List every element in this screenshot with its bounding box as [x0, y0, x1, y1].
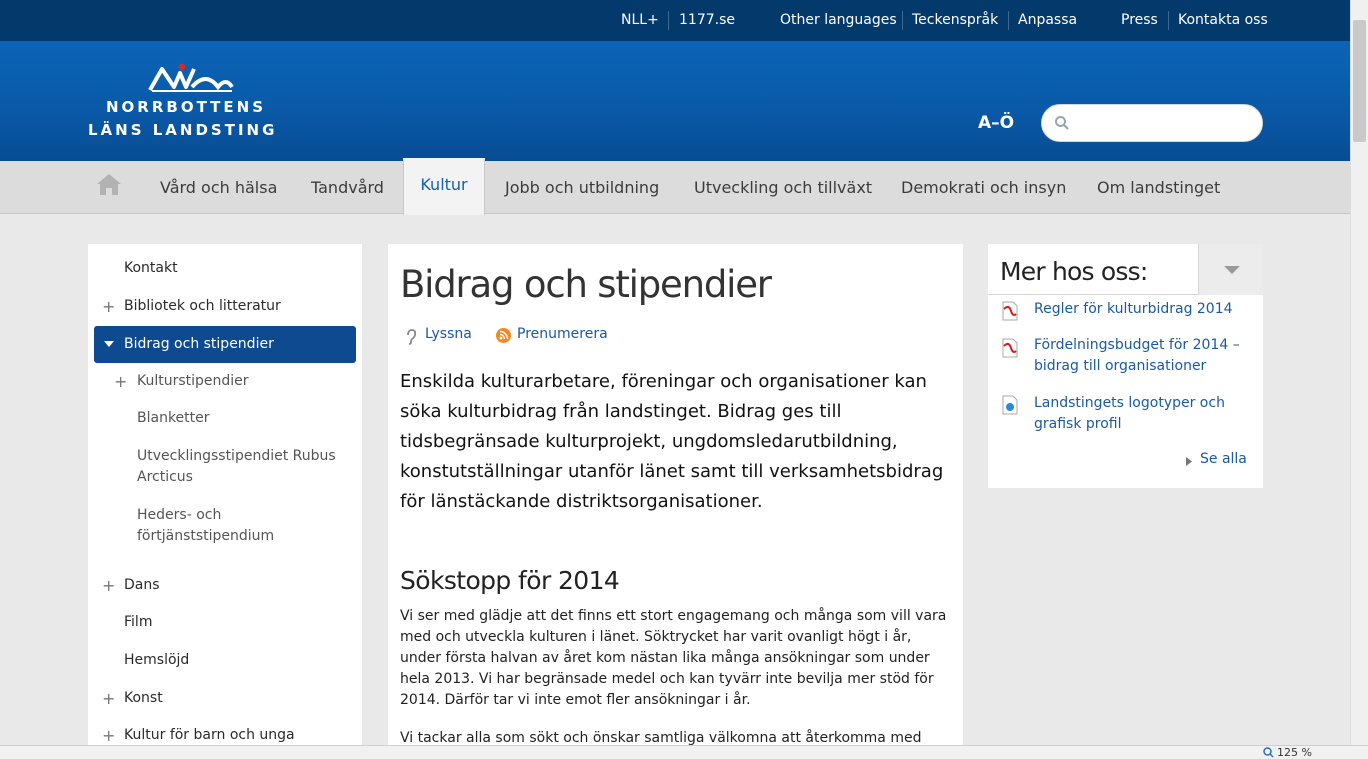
leftnav-item-kontakt[interactable]: Kontakt	[124, 258, 178, 279]
expand-plus-icon[interactable]: +	[102, 725, 115, 746]
search-icon	[1055, 116, 1069, 130]
site-header: NORRBOTTENS LÄNS LANDSTING A–Ö	[0, 41, 1350, 161]
see-all-link[interactable]: Se alla	[1200, 451, 1247, 467]
topbar-divider	[668, 11, 669, 30]
divider	[988, 294, 1198, 295]
main-navigation: Vård och hälsa Tandvård Kultur Jobb och …	[0, 158, 1350, 215]
leftnav-item-hemslojd[interactable]: Hemslöjd	[124, 650, 189, 671]
pdf-icon	[1002, 301, 1018, 321]
nav-item-vard-och-halsa[interactable]: Vård och hälsa	[160, 161, 277, 214]
subscribe-link[interactable]: Prenumerera	[517, 326, 608, 342]
leftnav-item-label: Bidrag och stipendier	[124, 336, 274, 352]
image-file-icon	[1002, 395, 1018, 415]
body-paragraph: Vi ser med glädje att det finns ett stor…	[400, 608, 947, 708]
lead-paragraph: Enskilda kulturarbetare, föreningar och …	[400, 371, 944, 512]
nav-item-kultur[interactable]: Kultur	[403, 158, 485, 215]
topbar-link-kontakta-oss[interactable]: Kontakta oss	[1178, 11, 1268, 29]
topbar-link-other-languages[interactable]: Other languages	[780, 11, 897, 29]
document-link[interactable]: Fördelningsbudget för 2014 –bidrag till …	[1034, 335, 1249, 377]
document-link[interactable]: Landstingets logotyper och grafisk profi…	[1034, 393, 1249, 435]
expand-plus-icon[interactable]: +	[102, 688, 115, 709]
topbar-divider	[1008, 11, 1009, 30]
arrow-right-icon	[1186, 457, 1192, 466]
leftnav-subitem-rubus-arcticus[interactable]: Utvecklingsstipendiet Rubus Arcticus	[137, 446, 352, 488]
listen-link[interactable]: Lyssna	[425, 326, 472, 342]
leftnav-item-dans[interactable]: Dans	[124, 575, 160, 596]
leftnav-subitem-heders-stipendium[interactable]: Heders- och förtjänststipendium	[137, 505, 327, 547]
related-header: Mer hos oss:	[988, 244, 1263, 295]
nav-item-jobb-och-utbildning[interactable]: Jobb och utbildning	[505, 161, 659, 214]
leftnav-subitem-blanketter[interactable]: Blanketter	[137, 408, 210, 429]
chevron-down-icon	[1224, 266, 1240, 274]
topbar-divider	[1168, 11, 1169, 30]
main-content: Bidrag och stipendier Lyssna Prenumerera…	[388, 244, 963, 759]
zoom-level[interactable]: 125 %	[1277, 746, 1312, 759]
collapse-triangle-icon	[104, 341, 114, 347]
topbar-link-nll-plus[interactable]: NLL+	[621, 11, 659, 29]
topbar-link-1177[interactable]: 1177.se	[679, 11, 735, 29]
pdf-icon	[1002, 338, 1018, 358]
zoom-icon[interactable]	[1263, 747, 1274, 758]
nav-item-utveckling-och-tillvaxt[interactable]: Utveckling och tillväxt	[694, 161, 872, 214]
scrollbar-thumb[interactable]	[1353, 20, 1366, 142]
topbar-link-press[interactable]: Press	[1121, 11, 1158, 29]
nav-item-tandvard[interactable]: Tandvård	[311, 161, 384, 214]
page-title: Bidrag och stipendier	[400, 263, 772, 306]
leftnav-item-film[interactable]: Film	[124, 612, 152, 633]
section-heading: Sökstopp för 2014	[400, 566, 620, 595]
topbar-divider	[902, 11, 903, 30]
expand-plus-icon[interactable]: +	[102, 575, 115, 596]
expand-plus-icon[interactable]: +	[102, 296, 115, 317]
related-title: Mer hos oss:	[1000, 257, 1148, 286]
listen-ear-icon[interactable]	[405, 329, 417, 345]
section-navigation: Kontakt + Bibliotek och litteratur Bidra…	[88, 244, 362, 759]
topbar-link-teckensprak[interactable]: Teckenspråk	[912, 11, 998, 29]
related-box: Mer hos oss: Regler för kulturbidrag 201…	[988, 244, 1263, 488]
leftnav-item-konst[interactable]: Konst	[124, 688, 163, 709]
site-logo[interactable]: NORRBOTTENS LÄNS LANDSTING	[88, 61, 298, 141]
leftnav-item-bidrag-active[interactable]: Bidrag och stipendier	[94, 326, 356, 363]
a-o-index-link[interactable]: A–Ö	[978, 113, 1014, 133]
rss-icon[interactable]	[496, 328, 511, 343]
nav-item-om-landstinget[interactable]: Om landstinget	[1097, 161, 1220, 214]
expand-plus-icon[interactable]: +	[114, 371, 127, 392]
related-toggle[interactable]	[1198, 244, 1263, 295]
home-icon[interactable]	[94, 171, 124, 197]
logo-text-line1: NORRBOTTENS	[106, 98, 267, 116]
leftnav-subitem-kulturstipendier[interactable]: Kulturstipendier	[137, 371, 249, 392]
utility-bar: NLL+ 1177.se Other languages Teckenspråk…	[0, 0, 1350, 41]
leftnav-item-bibliotek[interactable]: Bibliotek och litteratur	[124, 296, 281, 317]
leftnav-item-kultur-for-barn[interactable]: Kultur för barn och unga	[124, 725, 295, 746]
nav-item-demokrati-och-insyn[interactable]: Demokrati och insyn	[901, 161, 1066, 214]
search-input[interactable]	[1076, 113, 1254, 133]
browser-status-bar: 125 %	[0, 745, 1368, 759]
document-link[interactable]: Regler för kulturbidrag 2014	[1034, 299, 1249, 320]
vertical-scrollbar[interactable]	[1350, 0, 1368, 745]
logo-text-line2: LÄNS LANDSTING	[88, 121, 278, 139]
topbar-link-anpassa[interactable]: Anpassa	[1018, 11, 1077, 29]
search-box[interactable]	[1041, 104, 1263, 142]
logo-mark-icon	[148, 63, 234, 92]
